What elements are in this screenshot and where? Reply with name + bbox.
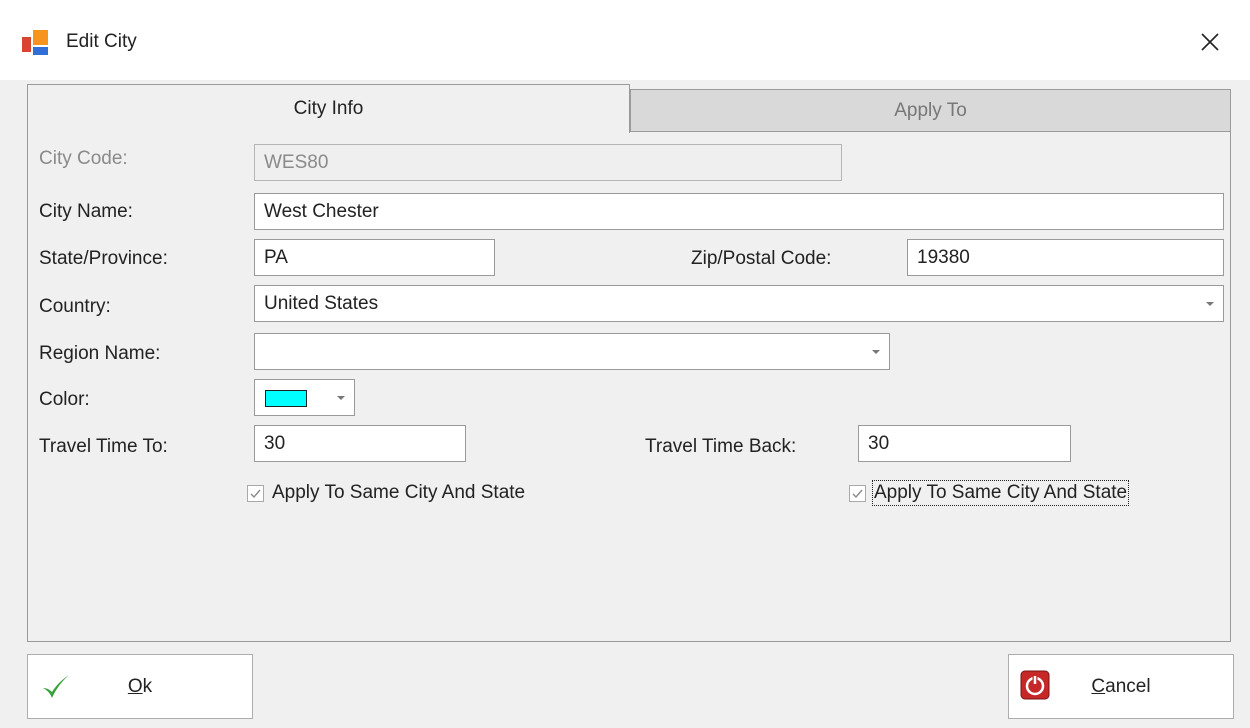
city-name-field[interactable]: West Chester: [254, 193, 1224, 230]
apply-to-same-city-label: Apply To Same City And State: [272, 482, 526, 503]
apply-to-same-city-checkbox[interactable]: Apply To Same City And State: [247, 482, 525, 504]
color-picker[interactable]: [254, 379, 355, 416]
city-code-field[interactable]: WES80: [254, 144, 842, 181]
close-button[interactable]: [1188, 22, 1232, 62]
cancel-button[interactable]: Cancel: [1008, 654, 1234, 719]
region-label: Region Name:: [39, 343, 161, 364]
region-dropdown[interactable]: [254, 333, 890, 370]
window-title: Edit City: [66, 31, 137, 52]
tab-city-info-label: City Info: [293, 98, 364, 119]
chevron-down-icon: [872, 349, 880, 354]
travel-time-to-value: 30: [264, 432, 286, 454]
checkbox-box: [849, 484, 866, 502]
ok-button-label: Ok: [127, 675, 153, 697]
apply-back-same-city-label: Apply To Same City And State: [871, 480, 1130, 506]
country-label: Country:: [39, 296, 111, 317]
ok-button[interactable]: Ok: [27, 654, 253, 719]
city-code-label: City Code:: [39, 148, 128, 169]
checkbox-box: [247, 484, 264, 502]
zip-value: 19380: [917, 246, 970, 268]
travel-time-back-label: Travel Time Back:: [645, 436, 797, 457]
travel-time-to-field[interactable]: 30: [254, 425, 466, 462]
title-bar: Edit City: [0, 0, 1250, 80]
check-icon: [852, 489, 863, 498]
country-value: United States: [264, 292, 379, 314]
zip-label: Zip/Postal Code:: [691, 248, 832, 269]
close-icon: [1201, 33, 1219, 51]
cancel-button-label: Cancel: [1091, 675, 1151, 697]
zip-field[interactable]: 19380: [907, 239, 1224, 276]
state-value: PA: [264, 246, 288, 268]
tab-city-info[interactable]: City Info: [27, 84, 630, 133]
travel-time-to-label: Travel Time To:: [39, 436, 168, 457]
city-name-value: West Chester: [264, 200, 379, 222]
travel-time-back-field[interactable]: 30: [858, 425, 1071, 462]
tab-strip: City Info Apply To: [27, 84, 1231, 133]
chevron-down-icon: [337, 395, 345, 400]
state-field[interactable]: PA: [254, 239, 495, 276]
state-label: State/Province:: [39, 248, 168, 269]
color-label: Color:: [39, 389, 90, 410]
app-logo-icon: [22, 30, 54, 56]
check-icon: [250, 489, 261, 498]
tab-apply-to-label: Apply To: [894, 99, 967, 121]
apply-back-same-city-checkbox[interactable]: Apply To Same City And State: [849, 480, 1130, 506]
city-name-label: City Name:: [39, 201, 133, 222]
country-dropdown[interactable]: United States: [254, 285, 1224, 322]
chevron-down-icon: [1206, 301, 1214, 306]
tab-apply-to[interactable]: Apply To: [630, 89, 1231, 132]
color-swatch: [265, 390, 307, 407]
travel-time-back-value: 30: [868, 432, 890, 454]
city-code-value: WES80: [264, 151, 329, 173]
city-info-panel: City Code: WES80 City Name: West Chester…: [27, 131, 1231, 642]
